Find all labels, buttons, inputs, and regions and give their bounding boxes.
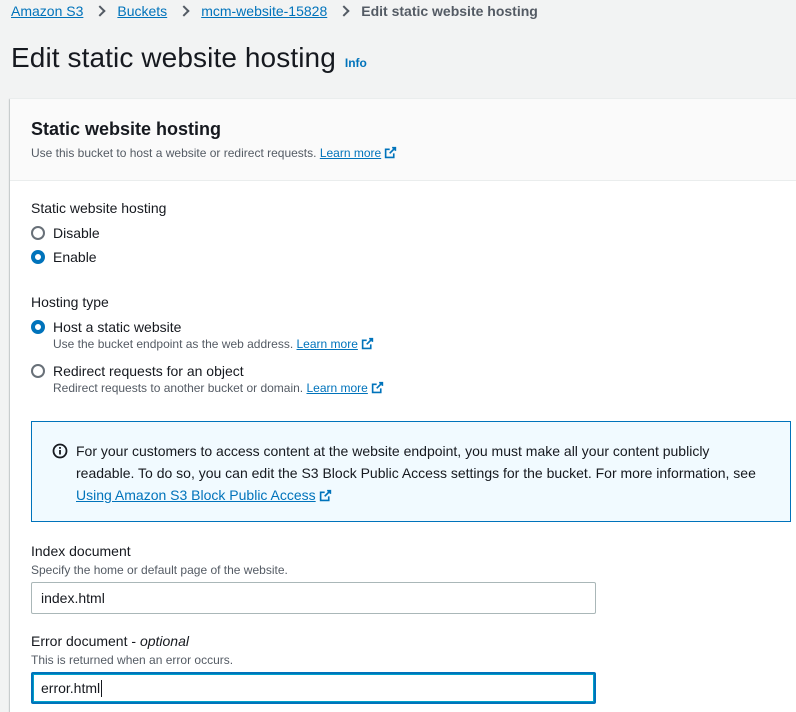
host-static-description-text: Use the bucket endpoint as the web addre… [53,337,294,351]
alert-text: For your customers to access content at … [76,443,756,481]
radio-redirect[interactable]: Redirect requests for an object [31,363,384,379]
error-document-hint: This is returned when an error occurs. [31,653,234,667]
redirect-description: Redirect requests to another bucket or d… [53,381,384,395]
radio-enable-label: Enable [53,249,97,265]
static-website-hosting-panel: Static website hosting Use this bucket t… [10,98,796,712]
learn-more-label: Learn more [296,337,358,351]
index-document-hint: Specify the home or default page of the … [31,563,288,577]
radio-redirect-control[interactable] [31,364,45,378]
breadcrumb-bucket-name[interactable]: mcm-website-15828 [201,3,327,19]
index-document-value: index.html [41,590,105,606]
redirect-description-text: Redirect requests to another bucket or d… [53,381,304,395]
section-description: Use this bucket to host a website or red… [31,146,796,160]
radio-host-static-control[interactable] [31,320,45,334]
index-document-field: Index document Specify the home or defau… [31,543,596,614]
external-link-icon [385,146,397,159]
info-link[interactable]: Info [345,56,367,70]
host-static-description: Use the bucket endpoint as the web addre… [53,337,384,351]
block-public-access-label: Using Amazon S3 Block Public Access [76,487,316,503]
error-document-input[interactable]: error.html [31,672,596,704]
learn-more-label: Learn more [319,146,382,160]
block-public-access-link[interactable]: Using Amazon S3 Block Public Access [76,487,332,503]
external-link-icon [319,489,331,502]
external-link-icon [361,337,374,350]
error-document-field: Error document - optional This is return… [31,633,596,704]
external-link-icon [371,381,384,394]
radio-host-static[interactable]: Host a static website [31,319,384,335]
section-title: Static website hosting [31,119,222,139]
redirect-learn-more-link[interactable]: Learn more [306,381,384,395]
panel-header: Static website hosting Use this bucket t… [10,99,796,181]
page-title: Edit static website hosting [11,42,336,73]
index-document-input[interactable]: index.html [31,582,596,614]
text-caret [101,679,103,697]
page-header: Edit static website hosting Info [11,42,367,74]
breadcrumb-amazon-s3[interactable]: Amazon S3 [11,3,83,19]
radio-enable-control[interactable] [31,250,45,264]
label-separator: - [127,633,140,649]
radio-disable-label: Disable [53,225,100,241]
error-document-value: error.html [41,680,101,696]
chevron-right-icon [95,4,105,18]
learn-more-link[interactable]: Learn more [320,146,397,160]
hosting-type-label: Hosting type [31,294,109,310]
optional-tag: optional [139,633,189,649]
info-circle-icon [52,443,68,459]
radio-disable-control[interactable] [31,226,45,240]
radio-host-static-label: Host a static website [53,319,182,335]
radio-redirect-label: Redirect requests for an object [53,363,244,379]
index-document-label: Index document [31,543,131,559]
chevron-right-icon [179,4,189,18]
public-access-alert: For your customers to access content at … [31,421,791,522]
breadcrumb-buckets[interactable]: Buckets [117,3,167,19]
breadcrumb: Amazon S3 Buckets mcm-website-15828 Edit… [11,2,538,20]
breadcrumb-current: Edit static website hosting [361,3,538,19]
hosting-label: Static website hosting [31,200,167,216]
host-static-learn-more-link[interactable]: Learn more [297,337,374,351]
learn-more-label: Learn more [306,381,368,395]
hosting-type-field: Hosting type Host a static website Use t… [31,294,384,395]
section-description-text: Use this bucket to host a website or red… [31,146,317,160]
error-document-label: Error document - optional [31,633,596,649]
radio-disable[interactable]: Disable [31,225,166,241]
hosting-field: Static website hosting Disable Enable [31,200,166,265]
radio-enable[interactable]: Enable [31,249,166,265]
error-document-label-text: Error document [31,633,128,649]
chevron-right-icon [339,4,349,18]
